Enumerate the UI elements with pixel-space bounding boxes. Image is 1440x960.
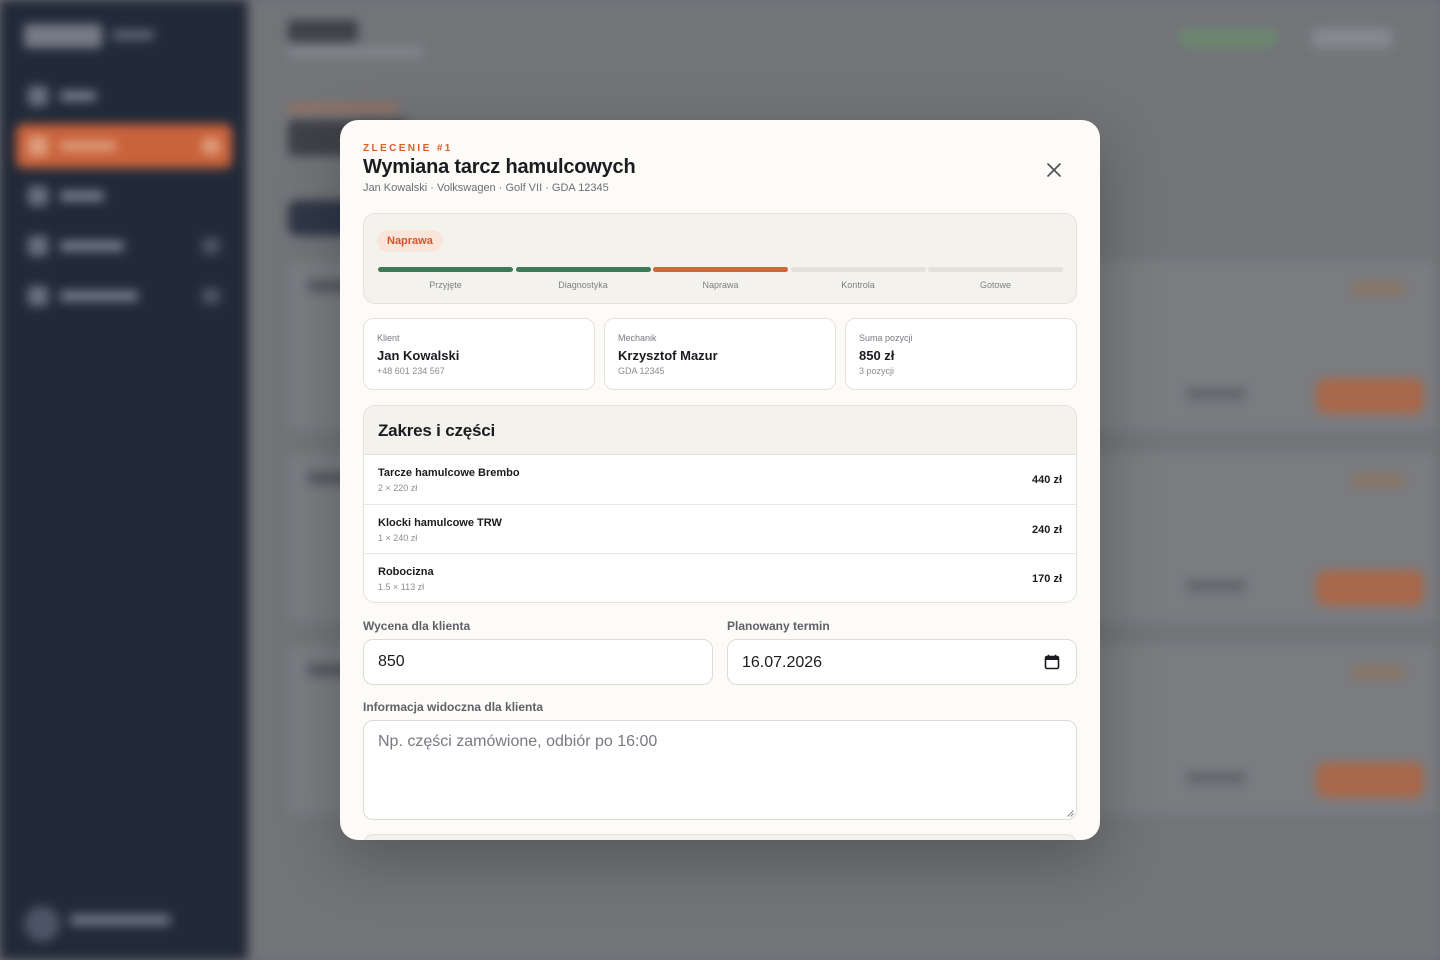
total-value: 850 zł (859, 348, 895, 363)
client-phone: +48 601 234 567 (377, 366, 445, 376)
list-item: Tarcze hamulcowe Brembo 2 × 220 zł 440 z… (364, 455, 1076, 505)
order-number: ZLECENIE #1 (363, 143, 453, 154)
mechanic-plate: GDA 12345 (618, 366, 665, 376)
client-name: Jan Kowalski (377, 348, 460, 363)
list-item: Robocizna 1.5 × 113 zł 170 zł (378, 566, 1062, 592)
date-label: Planowany termin (727, 619, 830, 633)
status-card: Naprawa Przyjęte Diagnostyka Naprawa Kon… (363, 213, 1077, 304)
modal-subtitle: Jan Kowalski · Volkswagen · Golf VII · G… (363, 182, 609, 194)
mechanic-card: Mechanik Krzysztof Mazur GDA 12345 (604, 318, 836, 390)
note-textarea[interactable] (363, 720, 1077, 820)
status-steps: Przyjęte Diagnostyka Naprawa Kontrola Go… (378, 267, 1063, 297)
status-badge: Naprawa (377, 230, 443, 252)
parts-title: Zakres i części (364, 406, 1076, 455)
status-step: Przyjęte (378, 267, 513, 290)
status-step: Gotowe (928, 267, 1063, 290)
modal-title: Wymiana tarcz hamulcowych (363, 156, 636, 178)
client-label: Klient (377, 333, 400, 343)
mechanic-name: Krzysztof Mazur (618, 348, 718, 363)
status-step: Diagnostyka (515, 267, 651, 290)
resize-handle-icon[interactable] (1067, 810, 1074, 817)
list-item: Klocki hamulcowe TRW 1 × 240 zł 240 zł (364, 505, 1076, 554)
quote-input[interactable] (363, 639, 713, 685)
total-count: 3 pozycji (859, 366, 895, 376)
calendar-icon[interactable] (1044, 654, 1060, 670)
note-label: Informacja widoczna dla klienta (363, 700, 544, 714)
next-section (363, 834, 1077, 840)
status-step: Kontrola (790, 267, 926, 290)
close-icon (1047, 163, 1061, 177)
total-label: Suma pozycji (859, 333, 913, 343)
close-button[interactable] (1040, 156, 1068, 184)
client-card: Klient Jan Kowalski +48 601 234 567 (363, 318, 595, 390)
total-card: Suma pozycji 850 zł 3 pozycji (845, 318, 1077, 390)
date-input[interactable]: 16.07.2026 (727, 639, 1077, 685)
order-modal: ZLECENIE #1 Wymiana tarcz hamulcowych Ja… (340, 120, 1100, 840)
status-step: Naprawa (653, 267, 788, 290)
quote-label: Wycena dla klienta (363, 619, 471, 633)
date-value: 16.07.2026 (742, 654, 823, 671)
parts-card: Zakres i części Tarcze hamulcowe Brembo … (363, 405, 1077, 603)
mechanic-label: Mechanik (618, 333, 657, 343)
